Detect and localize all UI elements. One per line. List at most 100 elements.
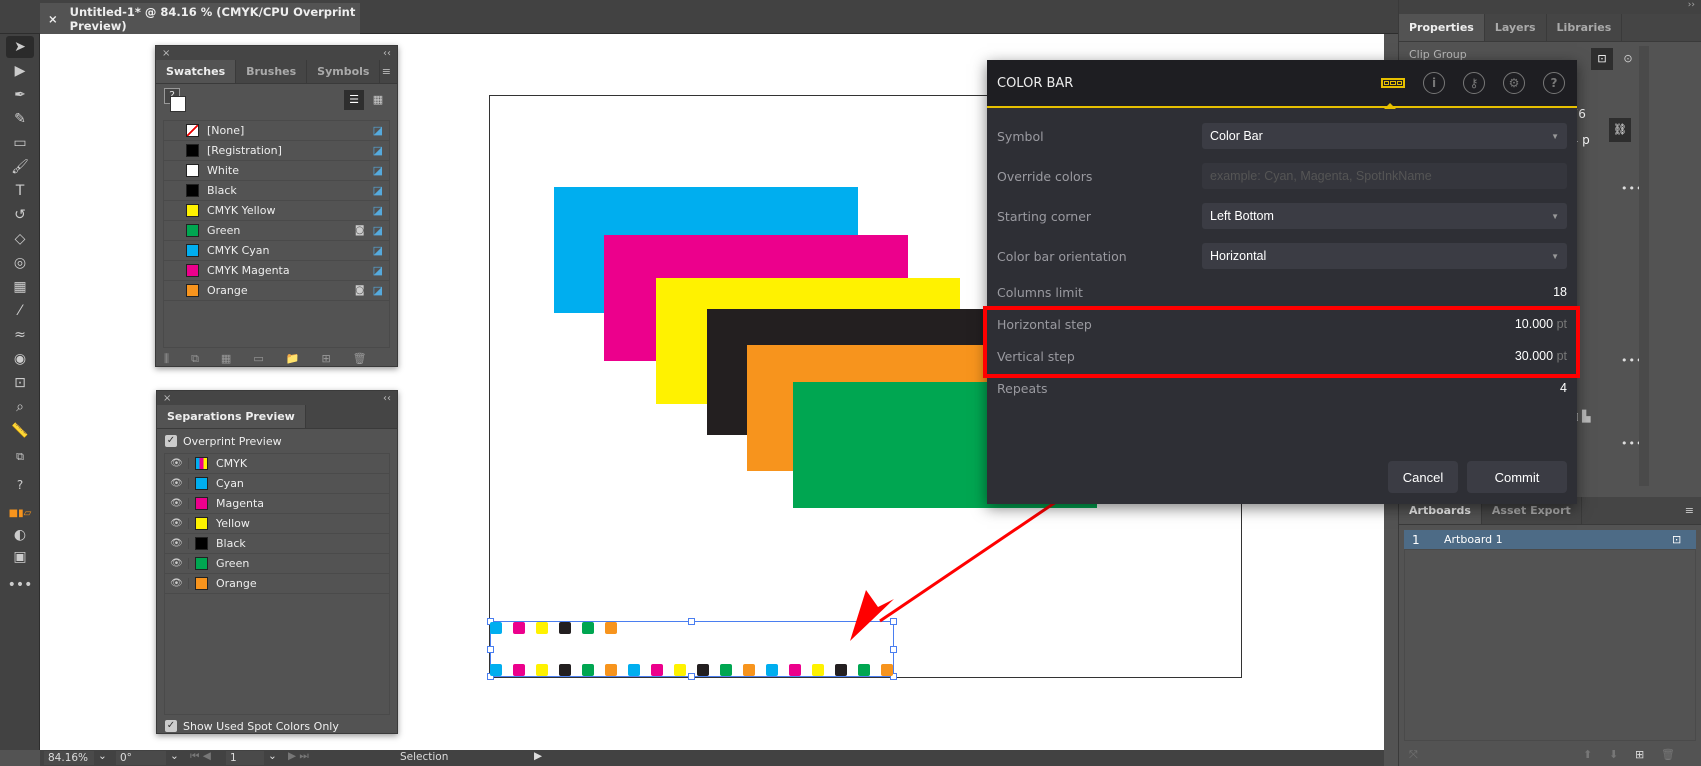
artboard-row[interactable]: 1 Artboard 1 ⊡ bbox=[1404, 530, 1696, 549]
swatch-row[interactable]: CMYK Yellow ◪ bbox=[164, 201, 389, 221]
panel-menu-icon[interactable]: ≡ bbox=[380, 60, 397, 83]
starting-corner-dropdown[interactable]: Left Bottom ▼ bbox=[1202, 203, 1567, 229]
type-tool-icon[interactable]: T bbox=[6, 180, 34, 202]
swatch-row[interactable]: Orange ◙ ◪ bbox=[164, 281, 389, 301]
swatch-row[interactable]: CMYK Magenta ◪ bbox=[164, 261, 389, 281]
swatch-row[interactable]: CMYK Cyan ◪ bbox=[164, 241, 389, 261]
move-down-icon[interactable]: ⬇ bbox=[1609, 748, 1618, 761]
more-tools-icon[interactable]: ••• bbox=[6, 574, 34, 596]
shape-builder-tool-icon[interactable]: ◎ bbox=[6, 252, 34, 274]
tab-libraries[interactable]: Libraries bbox=[1547, 14, 1623, 41]
measure-tool-icon[interactable]: 📏 bbox=[6, 420, 34, 442]
separation-row[interactable]: 👁 Magenta bbox=[165, 494, 389, 514]
transform-icon[interactable]: ⊡ bbox=[1591, 48, 1613, 70]
puppet-warp-tool-icon[interactable]: ≈ bbox=[6, 324, 34, 346]
overprint-preview-checkbox[interactable]: ✓ bbox=[165, 435, 177, 447]
collapse-dock-icon[interactable]: ›› bbox=[1399, 0, 1701, 14]
chevron-down-icon[interactable]: ⌄ bbox=[170, 750, 179, 762]
swatch-row[interactable]: White ◪ bbox=[164, 161, 389, 181]
selection-tool-icon[interactable]: ➤ bbox=[6, 36, 34, 58]
selection-handle[interactable] bbox=[890, 618, 897, 625]
delete-artboard-icon[interactable]: 🗑 bbox=[1661, 748, 1675, 761]
close-panel-icon[interactable]: × bbox=[163, 393, 171, 404]
chevron-down-icon[interactable]: ⌄ bbox=[268, 750, 277, 762]
color-bar-selection[interactable] bbox=[490, 621, 894, 677]
visibility-eye-icon[interactable]: 👁 bbox=[165, 478, 189, 489]
constrain-link-icon[interactable]: ⛓ bbox=[1609, 118, 1631, 142]
gradient-tool-icon[interactable]: ▦ bbox=[6, 276, 34, 298]
swatch-row[interactable]: [Registration] ◪ bbox=[164, 141, 389, 161]
swatch-row[interactable]: [None] ◪ bbox=[164, 121, 389, 141]
eyedropper-tool-icon[interactable]: ⁄ bbox=[6, 300, 34, 322]
visibility-eye-icon[interactable]: 👁 bbox=[165, 518, 189, 529]
list-view-icon[interactable]: ☰ bbox=[344, 90, 364, 110]
properties-scrollbar[interactable] bbox=[1639, 46, 1649, 486]
rotate-tool-icon[interactable]: ↺ bbox=[6, 204, 34, 226]
color-mode-icon[interactable]: ■▮▱ bbox=[6, 502, 34, 524]
separation-row[interactable]: 👁 Cyan bbox=[165, 474, 389, 494]
horizontal-step-input[interactable]: 10.000 pt bbox=[1202, 317, 1567, 331]
swatch-kind-icon[interactable]: ▦ bbox=[221, 352, 231, 366]
pen-tool-icon[interactable]: ✒ bbox=[6, 84, 34, 106]
help-icon[interactable]: ? bbox=[1543, 72, 1565, 94]
zoom-tool-icon[interactable]: ⌕ bbox=[6, 396, 34, 418]
document-tab[interactable]: × Untitled-1* @ 84.16 % (CMYK/CPU Overpr… bbox=[40, 3, 360, 34]
orientation-dropdown[interactable]: Horizontal ▼ bbox=[1202, 243, 1567, 269]
artboard-tool-icon[interactable]: ⊡ bbox=[6, 372, 34, 394]
screen-mode-icon[interactable]: ▣ bbox=[6, 546, 34, 568]
separation-row[interactable]: 👁 CMYK bbox=[165, 454, 389, 474]
new-swatch-icon[interactable]: ⊞ bbox=[321, 352, 330, 366]
visibility-eye-icon[interactable]: 👁 bbox=[165, 538, 189, 549]
new-color-group-icon[interactable]: 📁 bbox=[286, 352, 300, 366]
grid-view-icon[interactable]: ▦ bbox=[368, 90, 388, 110]
separation-row[interactable]: 👁 Black bbox=[165, 534, 389, 554]
spot-colors-only-checkbox[interactable]: ✓ bbox=[165, 720, 177, 732]
symbol-dropdown[interactable]: Color Bar ▼ bbox=[1202, 123, 1567, 149]
new-artboard-icon[interactable]: ⊞ bbox=[1635, 748, 1644, 761]
swatch-row[interactable]: Black ◪ bbox=[164, 181, 389, 201]
tab-properties[interactable]: Properties bbox=[1399, 14, 1485, 41]
swatch-row[interactable]: Green ◙ ◪ bbox=[164, 221, 389, 241]
paintbrush-tool-icon[interactable]: 🖌 bbox=[6, 156, 34, 178]
columns-limit-input[interactable]: 18 bbox=[1202, 285, 1567, 299]
first-artboard-icon[interactable]: ⏮ ◀ bbox=[190, 750, 211, 763]
delete-swatch-icon[interactable]: 🗑 bbox=[353, 352, 367, 366]
tab-swatches[interactable]: Swatches bbox=[156, 60, 237, 83]
live-paint-tool-icon[interactable]: ◉ bbox=[6, 348, 34, 370]
visibility-eye-icon[interactable]: 👁 bbox=[165, 578, 189, 589]
chevron-down-icon[interactable]: ⌄ bbox=[98, 750, 107, 762]
collapse-panel-icon[interactable]: ‹‹ bbox=[383, 48, 391, 59]
commit-button[interactable]: Commit bbox=[1467, 461, 1567, 493]
selection-handle[interactable] bbox=[890, 646, 897, 653]
align-icon[interactable]: ⫾ ▙ bbox=[1575, 410, 1590, 424]
separation-row[interactable]: 👁 Yellow bbox=[165, 514, 389, 534]
reference-point-icon[interactable]: ⊙ bbox=[1617, 48, 1639, 70]
panel-menu-icon[interactable]: ≡ bbox=[1582, 497, 1701, 524]
separation-row[interactable]: 👁 Orange bbox=[165, 574, 389, 594]
visibility-eye-icon[interactable]: 👁 bbox=[165, 558, 189, 569]
add-to-library-icon[interactable]: ⧉ bbox=[191, 352, 199, 366]
license-key-icon[interactable]: ⚷ bbox=[1463, 72, 1485, 94]
zoom-level-field[interactable]: 84.16% bbox=[44, 751, 94, 765]
default-fill-stroke-icon[interactable]: ⧉ bbox=[6, 446, 34, 468]
eraser-tool-icon[interactable]: ◇ bbox=[6, 228, 34, 250]
stroke-none-icon[interactable] bbox=[170, 96, 186, 112]
collapse-panel-icon[interactable]: ‹‹ bbox=[383, 393, 391, 404]
tab-brushes[interactable]: Brushes bbox=[236, 60, 308, 83]
rearrange-artboards-icon[interactable]: ⤧ bbox=[1409, 748, 1418, 762]
tab-symbols[interactable]: Symbols bbox=[307, 60, 381, 83]
close-tab-icon[interactable]: × bbox=[48, 12, 58, 26]
direct-selection-tool-icon[interactable]: ▶ bbox=[6, 60, 34, 82]
tab-layers[interactable]: Layers bbox=[1485, 14, 1547, 41]
info-icon[interactable]: i bbox=[1423, 72, 1445, 94]
selection-handle[interactable] bbox=[688, 618, 695, 625]
last-artboard-icon[interactable]: ▶ ⏭ bbox=[288, 750, 309, 763]
fill-stroke-icon[interactable]: ? bbox=[6, 474, 34, 496]
drawing-mode-icon[interactable]: ◐ bbox=[6, 524, 34, 546]
swatch-libraries-icon[interactable]: ⫼ bbox=[164, 352, 169, 366]
separation-row[interactable]: 👁 Green bbox=[165, 554, 389, 574]
rectangle-tool-icon[interactable]: ▭ bbox=[6, 132, 34, 154]
move-up-icon[interactable]: ⬆ bbox=[1583, 748, 1592, 761]
cancel-button[interactable]: Cancel bbox=[1388, 461, 1458, 493]
tab-separations-preview[interactable]: Separations Preview bbox=[157, 405, 306, 428]
